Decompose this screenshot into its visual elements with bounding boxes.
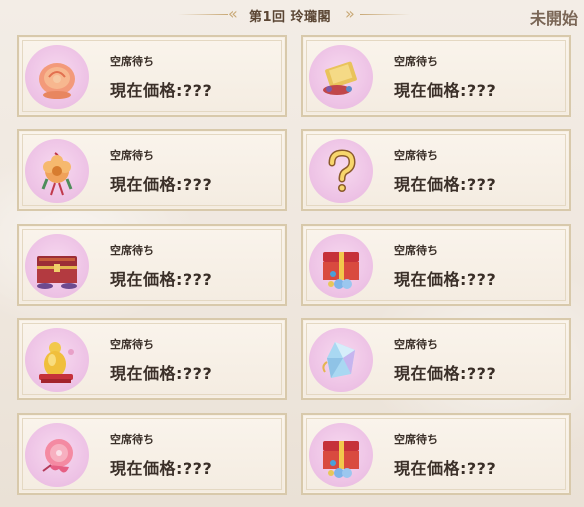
auction-slot-6[interactable]: 空席待ち 現在価格:??? [301,224,571,306]
header: « 第1回 玲瓏閣 » 未開始 [0,0,584,32]
price-text: 現在価格:??? [394,270,497,289]
slot-status-text: 空席待ち [110,244,154,257]
golden-gourd-icon [25,328,89,392]
auction-slot-9[interactable]: 空席待ち 現在価格:??? [17,413,287,495]
slot-status-text: 空席待ち [110,338,154,351]
red-gift-box-icon [309,234,373,298]
slot-status-text: 空席待ち [394,55,438,68]
auction-slot-3[interactable]: 空席待ち 現在価格:??? [17,129,287,211]
price-text: 現在価格:??? [394,459,497,478]
slot-status-text: 空席待ち [394,338,438,351]
title-divider-right [360,14,410,15]
price-text: 現在価格:??? [394,364,497,383]
chevron-right-icon: » [345,4,355,23]
price-text: 現在価格:??? [394,81,497,100]
price-text: 現在価格:??? [110,81,213,100]
slot-status-text: 空席待ち [110,433,154,446]
price-text: 現在価格:??? [110,270,213,289]
price-text: 現在価格:??? [394,175,497,194]
slot-status-text: 空席待ち [394,244,438,257]
auction-slot-4[interactable]: 空席待ち 現在価格:??? [301,129,571,211]
red-gift-box-icon [309,423,373,487]
treasure-chest-icon [25,234,89,298]
slot-status-text: 空席待ち [110,149,154,162]
price-text: 現在価格:??? [110,175,213,194]
auction-slot-8[interactable]: 空席待ち 現在価格:??? [301,318,571,400]
status-label: 未開始 [529,9,578,28]
golden-scroll-icon [309,45,373,109]
page-title: 第1回 玲瓏閣 [248,9,332,25]
auction-slot-7[interactable]: 空席待ち 現在価格:??? [17,318,287,400]
flower-charm-icon [25,139,89,203]
peach-blossom-icon [25,423,89,487]
slot-status-text: 空席待ち [394,433,438,446]
price-text: 現在価格:??? [110,459,213,478]
auction-slot-5[interactable]: 空席待ち 現在価格:??? [17,224,287,306]
auction-slot-2[interactable]: 空席待ち 現在価格:??? [301,35,571,117]
crystal-gem-icon [309,328,373,392]
auction-slot-10[interactable]: 空席待ち 現在価格:??? [301,413,571,495]
auction-slot-1[interactable]: 空席待ち 現在価格:??? [17,35,287,117]
price-text: 現在価格:??? [110,364,213,383]
question-mark-icon [309,139,373,203]
peach-bun-icon [25,45,89,109]
slot-status-text: 空席待ち [394,149,438,162]
title-wrap: 第1回 玲瓏閣 [190,4,390,26]
slot-status-text: 空席待ち [110,55,154,68]
